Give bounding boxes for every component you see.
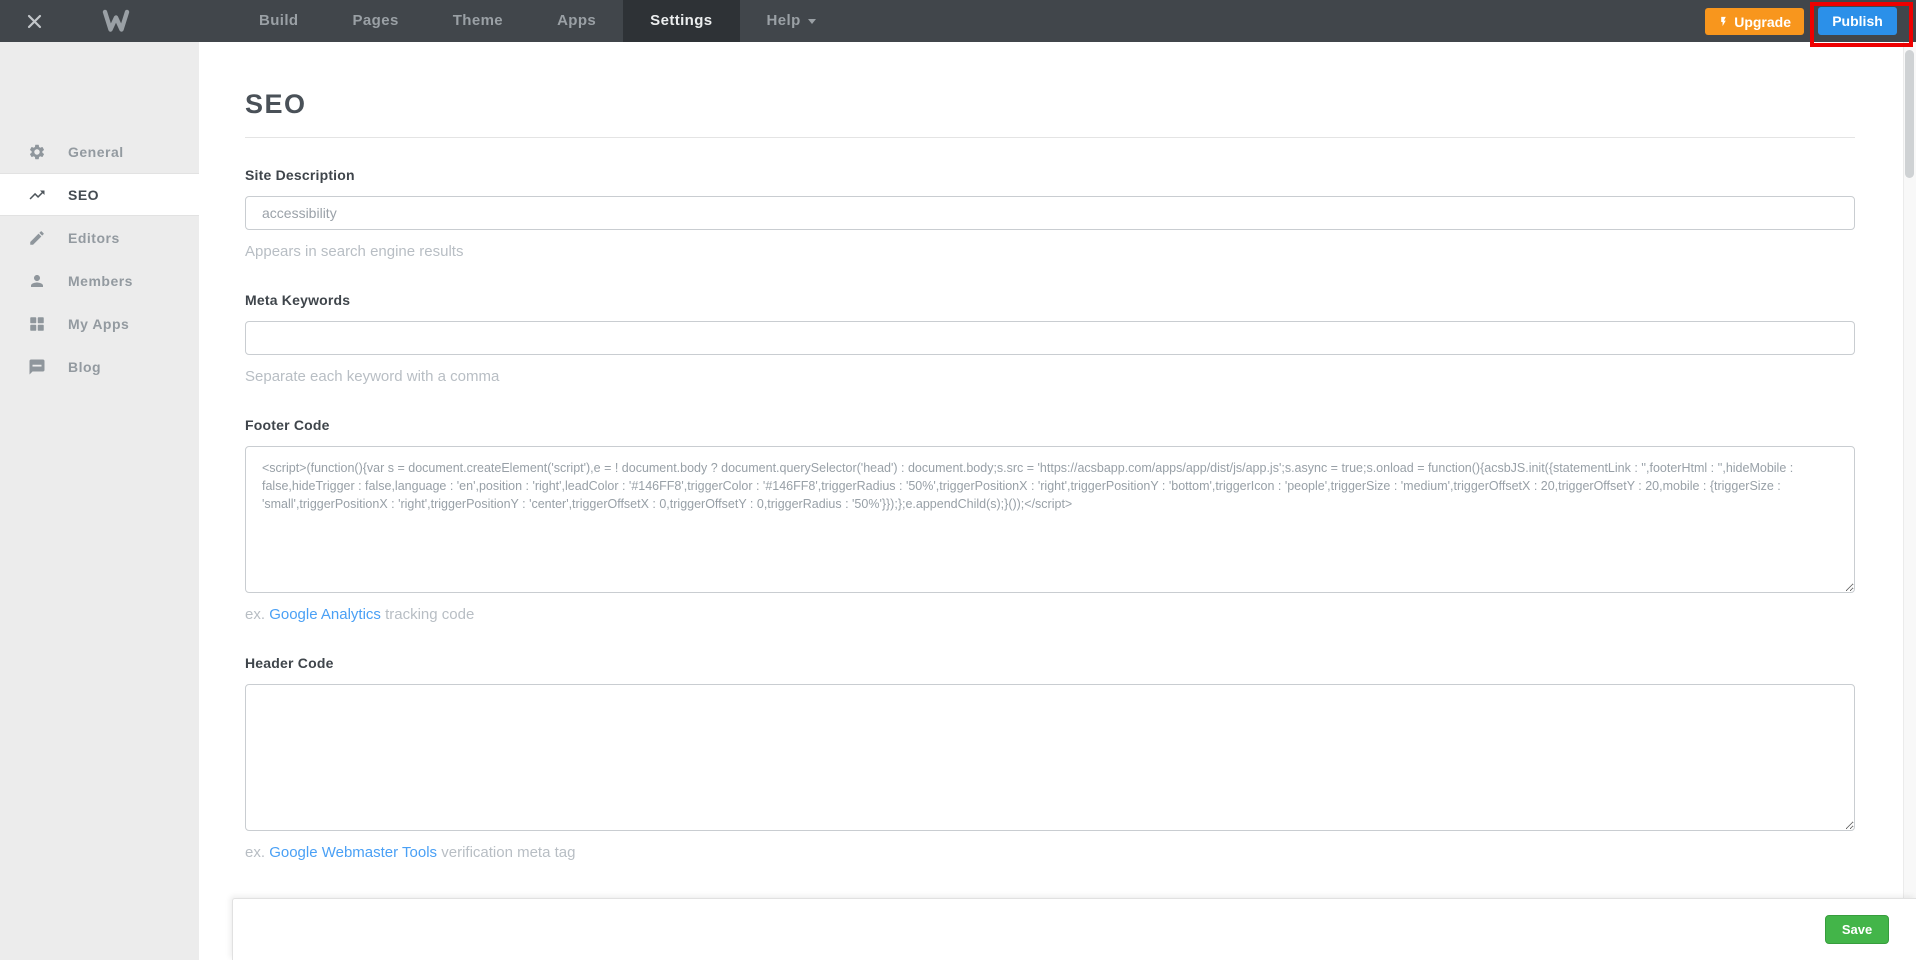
page-title: SEO — [245, 89, 1916, 119]
sidebar-item-editors[interactable]: Editors — [0, 216, 199, 259]
tab-label: Apps — [557, 0, 596, 42]
sidebar-item-label: Editors — [68, 230, 120, 246]
topbar: Build Pages Theme Apps Settings Help Upg… — [0, 0, 1916, 42]
person-icon — [28, 272, 46, 290]
helper-text: ex. — [245, 844, 269, 861]
upgrade-label: Upgrade — [1734, 14, 1791, 30]
header-code-label: Header Code — [245, 655, 1855, 672]
divider — [245, 137, 1855, 138]
trending-up-icon — [28, 186, 46, 204]
footer-code-group: Footer Code <script>(function(){var s = … — [245, 417, 1855, 624]
tab-apps[interactable]: Apps — [530, 0, 623, 42]
tab-label: Settings — [650, 0, 712, 42]
helper-text: verification meta tag — [437, 844, 575, 861]
google-analytics-link[interactable]: Google Analytics — [269, 606, 381, 623]
save-button[interactable]: Save — [1825, 915, 1889, 944]
save-bar: Save — [232, 898, 1916, 960]
tab-build[interactable]: Build — [232, 0, 326, 42]
chevron-down-icon — [808, 19, 816, 24]
sidebar-item-label: Blog — [68, 359, 101, 375]
weebly-logo-icon[interactable] — [102, 9, 130, 33]
header-code-helper: ex. Google Webmaster Tools verification … — [245, 844, 1855, 862]
help-menu[interactable]: Help — [740, 0, 843, 42]
pencil-icon — [28, 229, 46, 247]
speech-bubble-icon — [28, 358, 46, 376]
sidebar-item-label: Members — [68, 273, 133, 289]
sidebar-item-label: General — [68, 144, 124, 160]
sidebar-item-members[interactable]: Members — [0, 259, 199, 302]
meta-keywords-label: Meta Keywords — [245, 292, 1855, 309]
site-description-input[interactable] — [245, 196, 1855, 230]
settings-sidebar: General SEO Editors Members My Apps Blog — [0, 42, 199, 960]
upgrade-button[interactable]: Upgrade — [1705, 8, 1804, 35]
close-icon[interactable] — [13, 0, 55, 42]
settings-seo-page: SEO Site Description Appears in search e… — [199, 42, 1916, 960]
helper-text: ex. — [245, 606, 269, 623]
tab-label: Build — [259, 0, 299, 42]
footer-code-textarea[interactable]: <script>(function(){var s = document.cre… — [245, 446, 1855, 593]
tab-label: Help — [767, 0, 801, 42]
sidebar-item-seo[interactable]: SEO — [0, 173, 199, 216]
tab-label: Theme — [453, 0, 503, 42]
grid-icon — [28, 315, 46, 333]
sidebar-item-general[interactable]: General — [0, 130, 199, 173]
site-description-label: Site Description — [245, 167, 1855, 184]
footer-code-helper: ex. Google Analytics tracking code — [245, 606, 1855, 624]
sidebar-item-blog[interactable]: Blog — [0, 345, 199, 388]
top-nav: Build Pages Theme Apps Settings Help — [232, 0, 843, 42]
meta-keywords-helper: Separate each keyword with a comma — [245, 368, 1855, 386]
sidebar-item-label: SEO — [68, 187, 99, 203]
meta-keywords-group: Meta Keywords Separate each keyword with… — [245, 292, 1855, 386]
gear-icon — [28, 143, 46, 161]
tab-pages[interactable]: Pages — [326, 0, 426, 42]
publish-button[interactable]: Publish — [1818, 7, 1897, 35]
site-description-group: Site Description Appears in search engin… — [245, 167, 1855, 261]
scrollbar-track[interactable] — [1903, 42, 1916, 960]
scrollbar-thumb[interactable] — [1905, 50, 1914, 178]
google-webmaster-tools-link[interactable]: Google Webmaster Tools — [269, 844, 437, 861]
header-code-textarea[interactable] — [245, 684, 1855, 831]
helper-text: tracking code — [381, 606, 474, 623]
tab-theme[interactable]: Theme — [426, 0, 530, 42]
site-description-helper: Appears in search engine results — [245, 243, 1855, 261]
sidebar-item-label: My Apps — [68, 316, 129, 332]
tab-settings[interactable]: Settings — [623, 0, 739, 42]
tab-label: Pages — [353, 0, 399, 42]
lightning-bolt-icon — [1718, 14, 1729, 29]
header-code-group: Header Code ex. Google Webmaster Tools v… — [245, 655, 1855, 862]
meta-keywords-input[interactable] — [245, 321, 1855, 355]
footer-code-label: Footer Code — [245, 417, 1855, 434]
sidebar-item-my-apps[interactable]: My Apps — [0, 302, 199, 345]
